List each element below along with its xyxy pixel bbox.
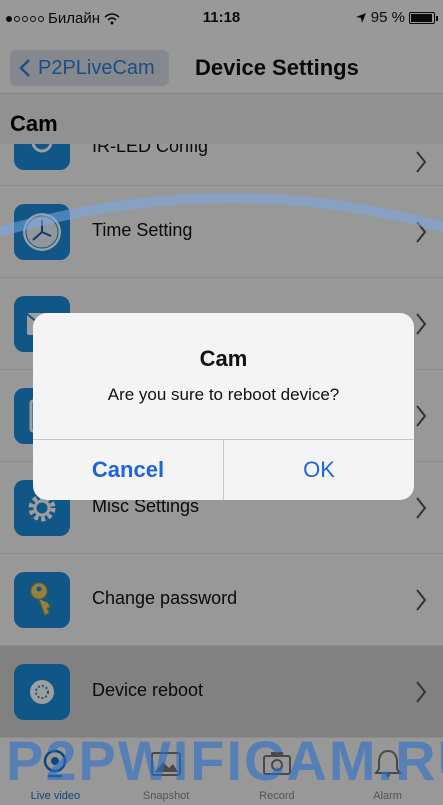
watermark-logo: P2PWIFICAM.RU xyxy=(6,729,443,788)
cancel-button[interactable]: Cancel xyxy=(33,440,223,500)
reboot-confirm-dialog: Cam Are you sure to reboot device? Cance… xyxy=(33,313,414,500)
screen: Билайн 11:18 95 % P2PLiveCam Device Sett… xyxy=(0,0,443,805)
dialog-message: Are you sure to reboot device? xyxy=(107,385,340,404)
ok-button[interactable]: OK xyxy=(224,440,414,500)
watermark-arc xyxy=(0,193,443,238)
dialog-title: Cam xyxy=(199,346,248,371)
